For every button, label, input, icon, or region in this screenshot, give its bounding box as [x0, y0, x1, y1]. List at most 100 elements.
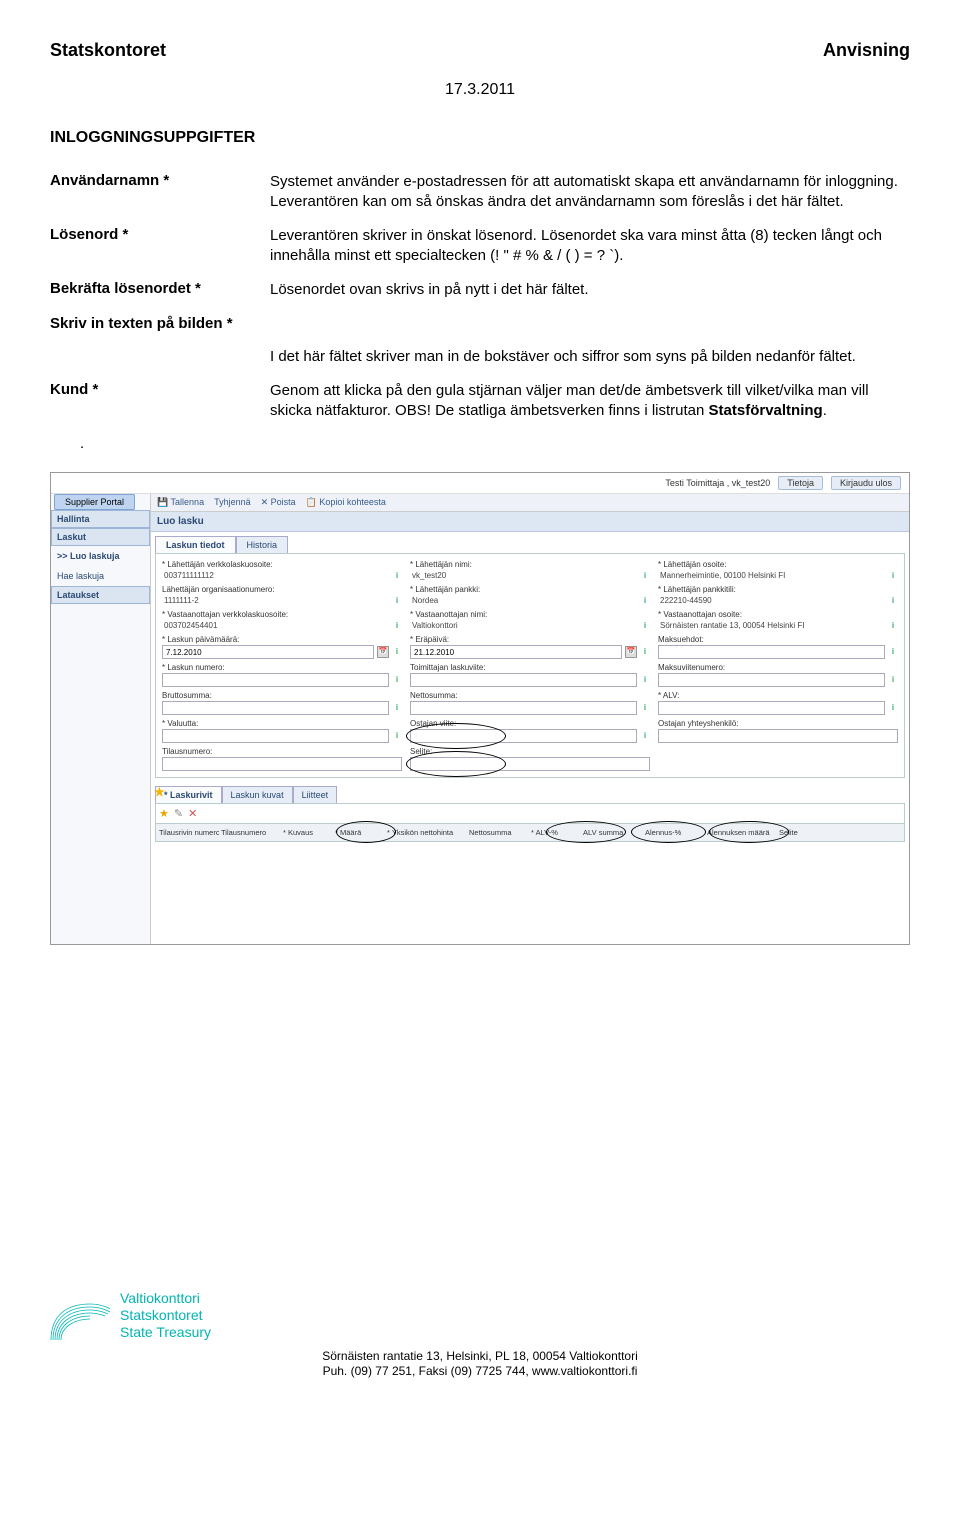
- info-icon[interactable]: i: [888, 596, 898, 606]
- val-recip-address: Sörnäisten rantatie 13, 00054 Helsinki F…: [658, 620, 885, 631]
- inp-payment-terms[interactable]: [658, 645, 885, 659]
- logo-icon: [50, 1292, 110, 1340]
- col-qty[interactable]: * Määrä: [335, 828, 385, 837]
- lbl-payment-terms: Maksuehdot:: [658, 635, 898, 644]
- lbl-sender-address: * Lähettäjän osoite:: [658, 560, 898, 569]
- inp-gross[interactable]: [162, 701, 389, 715]
- sidebar-admin[interactable]: Hallinta: [51, 510, 150, 528]
- info-icon[interactable]: i: [392, 571, 402, 581]
- info-icon[interactable]: i: [640, 647, 650, 657]
- inp-currency[interactable]: [162, 729, 389, 743]
- footer: Valtiokonttori Statskontoret State Treas…: [50, 1290, 910, 1380]
- col-discount-amt[interactable]: Alennuksen määrä: [707, 828, 777, 837]
- col-vat-pct[interactable]: * ALV-%: [531, 828, 581, 837]
- logo-text-sv: Statskontoret: [120, 1307, 211, 1324]
- col-unit-net[interactable]: * Yksikön nettohinta: [387, 828, 467, 837]
- current-user: Testi Toimittaja , vk_test20: [665, 478, 770, 488]
- label-captcha: Skriv in texten på bilden *: [50, 315, 270, 332]
- tab-history[interactable]: Historia: [236, 536, 289, 553]
- col-note[interactable]: Selite: [779, 828, 819, 837]
- toolbar-reset[interactable]: Tyhjennä: [214, 497, 251, 508]
- info-icon[interactable]: i: [888, 647, 898, 657]
- text-customer: Genom att klicka på den gula stjärnan vä…: [270, 381, 910, 420]
- inp-buyer-contact[interactable]: [658, 729, 898, 743]
- label-customer: Kund *: [50, 381, 270, 420]
- logo-text-en: State Treasury: [120, 1324, 211, 1341]
- info-icon[interactable]: i: [640, 703, 650, 713]
- col-vat-sum[interactable]: ALV summa: [583, 828, 643, 837]
- info-icon[interactable]: i: [888, 703, 898, 713]
- inp-desc[interactable]: [410, 757, 650, 771]
- inp-vat[interactable]: [658, 701, 885, 715]
- info-icon[interactable]: i: [640, 571, 650, 581]
- lbl-sender-bank: * Lähettäjän pankki:: [410, 585, 650, 594]
- lbl-due-date: * Eräpäivä:: [410, 635, 650, 644]
- val-sender-account: 222210-44590: [658, 595, 885, 606]
- col-discount-pct[interactable]: Alennus-%: [645, 828, 705, 837]
- sidebar-search-invoice[interactable]: Hae laskuja: [51, 566, 150, 586]
- col-net-sum[interactable]: Nettosumma: [469, 828, 529, 837]
- lbl-gross: Bruttosumma:: [162, 691, 402, 700]
- toolbar: 💾 Tallenna Tyhjennä ✕ Poista 📋 Kopioi ko…: [151, 494, 909, 512]
- lbl-sender-orgno: Lähettäjän organisaationumero:: [162, 585, 402, 594]
- info-icon[interactable]: i: [392, 596, 402, 606]
- invoice-form: * Lähettäjän verkkolaskuosoite:003711111…: [155, 553, 905, 778]
- inp-due-date[interactable]: 21.12.2010: [410, 645, 622, 659]
- inp-net[interactable]: [410, 701, 637, 715]
- subtab-attachments[interactable]: Liitteet: [293, 786, 338, 803]
- app-screenshot: Testi Toimittaja , vk_test20 Tietoja Kir…: [50, 472, 910, 945]
- info-icon[interactable]: i: [640, 621, 650, 631]
- info-icon[interactable]: i: [392, 703, 402, 713]
- calendar-icon[interactable]: 📅: [625, 646, 637, 658]
- inp-payment-ref[interactable]: [658, 673, 885, 687]
- info-icon[interactable]: i: [392, 731, 402, 741]
- info-icon[interactable]: i: [640, 596, 650, 606]
- info-icon[interactable]: i: [888, 571, 898, 581]
- calendar-icon[interactable]: 📅: [377, 646, 389, 658]
- edit-line-icon[interactable]: ✎: [174, 807, 183, 820]
- portal-button[interactable]: Supplier Portal: [54, 494, 135, 510]
- info-icon[interactable]: i: [640, 731, 650, 741]
- inp-order-no[interactable]: [162, 757, 402, 771]
- val-recip-name: Valtiokonttori: [410, 620, 637, 631]
- toolbar-delete[interactable]: ✕ Poista: [261, 497, 296, 508]
- col-desc[interactable]: * Kuvaus: [283, 828, 333, 837]
- logout-button[interactable]: Kirjaudu ulos: [831, 476, 901, 490]
- tab-invoice-details[interactable]: Laskun tiedot: [155, 536, 236, 553]
- text-captcha: I det här fältet skriver man in de bokst…: [270, 347, 910, 367]
- lbl-net: Nettosumma:: [410, 691, 650, 700]
- col-linenum[interactable]: Tilausrivin numero: [159, 828, 219, 837]
- info-button[interactable]: Tietoja: [778, 476, 823, 490]
- val-sender-bank: Nordea: [410, 595, 637, 606]
- inp-supplier-ref[interactable]: [410, 673, 637, 687]
- sidebar-downloads[interactable]: Lataukset: [51, 586, 150, 604]
- inp-invoice-no[interactable]: [162, 673, 389, 687]
- sidebar-create-invoice[interactable]: >> Luo laskuja: [51, 546, 150, 566]
- info-icon[interactable]: i: [392, 621, 402, 631]
- subtab-images[interactable]: Laskun kuvat: [222, 786, 293, 803]
- info-icon[interactable]: i: [392, 647, 402, 657]
- val-sender-einvoice: 003711111112: [162, 570, 389, 581]
- sidebar-invoices[interactable]: Laskut: [51, 528, 150, 546]
- lbl-vat: * ALV:: [658, 691, 898, 700]
- lbl-supplier-ref: Toimittajan laskuviite:: [410, 663, 650, 672]
- delete-line-icon[interactable]: ✕: [188, 807, 197, 820]
- lbl-payment-ref: Maksuviitenumero:: [658, 663, 898, 672]
- val-sender-address: Mannerheimintie, 00100 Helsinki FI: [658, 570, 885, 581]
- info-icon[interactable]: i: [640, 675, 650, 685]
- toolbar-copy[interactable]: 📋 Kopioi kohteesta: [306, 497, 386, 508]
- toolbar-save[interactable]: 💾 Tallenna: [157, 497, 204, 508]
- info-icon[interactable]: i: [392, 675, 402, 685]
- text-password: Leverantören skriver in önskat lösenord.…: [270, 226, 910, 265]
- inp-invoice-date[interactable]: 7.12.2010: [162, 645, 374, 659]
- add-line-star-icon[interactable]: ★: [159, 807, 169, 820]
- info-icon[interactable]: i: [888, 621, 898, 631]
- col-orderno[interactable]: Tilausnumero: [221, 828, 281, 837]
- subtab-invoice-lines[interactable]: ★* Laskurivit: [155, 786, 222, 803]
- inp-buyer-ref[interactable]: [410, 729, 637, 743]
- info-icon[interactable]: i: [888, 675, 898, 685]
- lbl-invoice-no: * Laskun numero:: [162, 663, 402, 672]
- page-title: Luo lasku: [151, 512, 909, 532]
- star-icon: ★: [154, 785, 165, 799]
- lbl-buyer-ref: Ostajan viite:: [410, 719, 650, 728]
